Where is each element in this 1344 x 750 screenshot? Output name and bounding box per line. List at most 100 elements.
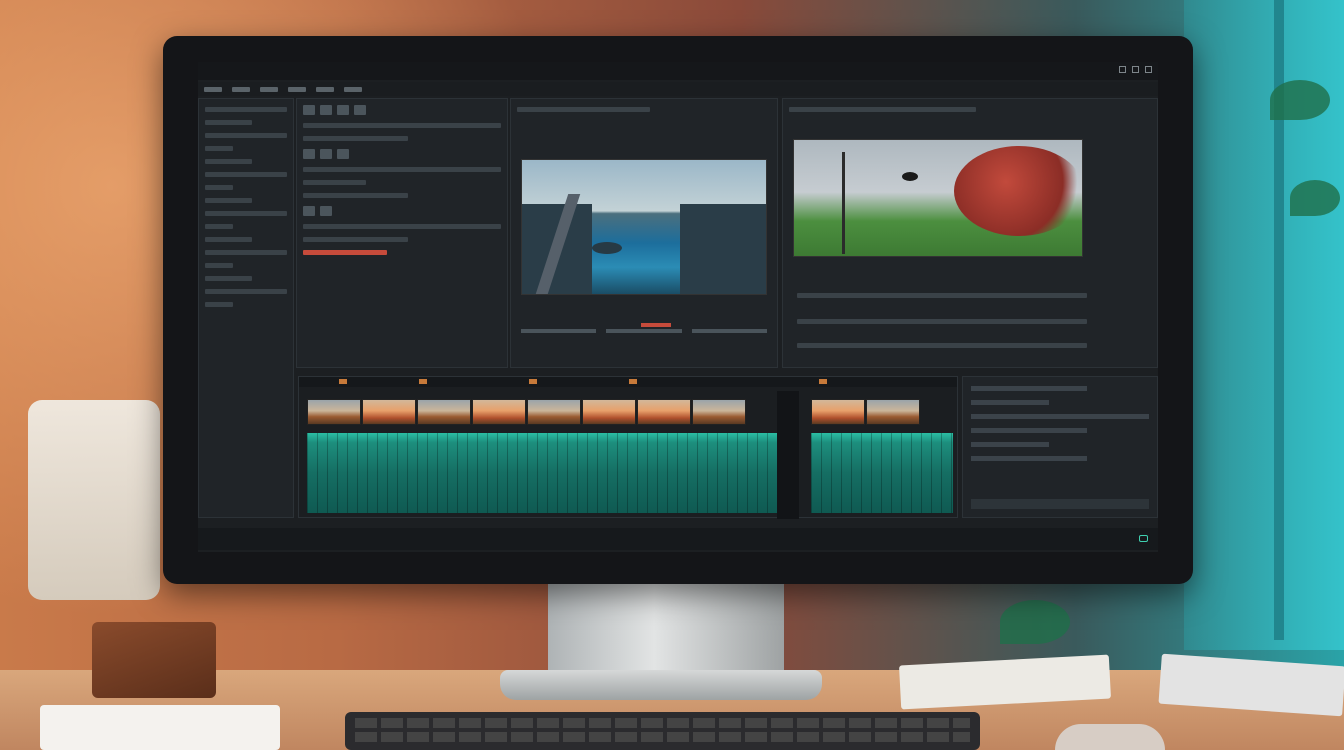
timeline-marker[interactable] <box>419 379 427 384</box>
sidebar-item[interactable] <box>205 224 234 229</box>
sidebar-item[interactable] <box>205 276 252 281</box>
media-item[interactable] <box>303 123 501 128</box>
toolbar-button[interactable] <box>232 86 250 92</box>
plant-leaf <box>1290 180 1340 216</box>
monitor-stand-neck <box>548 580 784 680</box>
timeline-marker[interactable] <box>629 379 637 384</box>
toolbar-button[interactable] <box>316 86 334 92</box>
source-playhead[interactable] <box>641 323 671 327</box>
sidebar-item[interactable] <box>205 237 252 242</box>
desk-lamp <box>28 400 160 600</box>
sidebar-item[interactable] <box>205 159 252 164</box>
timeline-marker[interactable] <box>339 379 347 384</box>
sidebar-item[interactable] <box>205 172 287 177</box>
clip-icon <box>337 105 349 115</box>
transport-control[interactable] <box>521 329 597 333</box>
inspector-field[interactable] <box>971 414 1149 419</box>
source-preview-frame[interactable] <box>521 159 767 295</box>
sidebar-item[interactable] <box>205 185 234 190</box>
thumbnail-frame <box>307 399 361 425</box>
toolbar <box>198 82 1158 96</box>
window-controls <box>1119 66 1152 73</box>
monitor-stand-base <box>500 670 822 700</box>
inspector-slider[interactable] <box>971 499 1149 509</box>
sidebar-item[interactable] <box>205 198 252 203</box>
clip-icon <box>320 149 332 159</box>
sidebar-item[interactable] <box>205 146 234 151</box>
sidebar-item[interactable] <box>205 263 234 268</box>
cliff <box>680 204 766 294</box>
toolbar-button[interactable] <box>204 86 222 92</box>
clip-icon <box>354 105 366 115</box>
inspector-field[interactable] <box>971 442 1049 447</box>
toolbar-button[interactable] <box>288 86 306 92</box>
menu-bar <box>198 62 1158 80</box>
clip-icon <box>303 105 315 115</box>
program-control-row[interactable] <box>797 343 1087 348</box>
wooden-box <box>92 622 216 698</box>
sidebar-item[interactable] <box>205 289 287 294</box>
media-item[interactable] <box>303 224 501 229</box>
source-transport-controls <box>521 329 767 337</box>
audio-track-clip[interactable] <box>307 433 777 513</box>
inspector-field[interactable] <box>971 400 1049 405</box>
key-row <box>355 732 970 742</box>
inspector-field[interactable] <box>971 386 1088 391</box>
sidebar-item[interactable] <box>205 120 252 125</box>
status-indicator-icon[interactable] <box>1139 535 1148 542</box>
inspector-panel <box>962 376 1158 518</box>
program-scrubber[interactable] <box>797 293 1087 298</box>
clip-icon <box>303 149 315 159</box>
toolbar-button[interactable] <box>344 86 362 92</box>
timeline-marker[interactable] <box>529 379 537 384</box>
media-row[interactable] <box>303 149 501 159</box>
media-browser-panel <box>296 98 508 368</box>
thumbnail-frame <box>582 399 636 425</box>
thumbnail-frame <box>692 399 746 425</box>
thumbnail-frame <box>637 399 691 425</box>
thumbnail-frame <box>866 399 920 425</box>
media-item-selected[interactable] <box>303 250 387 255</box>
sidebar-item[interactable] <box>205 250 287 255</box>
video-track-clip[interactable] <box>811 399 920 425</box>
media-item[interactable] <box>303 180 366 185</box>
minimize-icon[interactable] <box>1119 66 1126 73</box>
media-item[interactable] <box>303 237 408 242</box>
project-sidebar <box>198 98 294 518</box>
program-preview-frame[interactable] <box>793 139 1084 257</box>
rock <box>592 242 622 254</box>
clip-icon <box>320 105 332 115</box>
thumbnail-frame <box>472 399 526 425</box>
status-bar <box>198 528 1158 550</box>
media-item[interactable] <box>303 136 408 141</box>
transport-control[interactable] <box>691 329 767 333</box>
clip-icon <box>303 206 315 216</box>
media-row[interactable] <box>303 206 501 216</box>
sidebar-item[interactable] <box>205 302 234 307</box>
source-viewer-panel <box>510 98 778 368</box>
sidebar-item[interactable] <box>205 211 287 216</box>
audio-track-clip[interactable] <box>811 433 953 513</box>
thumbnail-frame <box>527 399 581 425</box>
toolbar-button[interactable] <box>260 86 278 92</box>
mouse <box>1055 724 1165 750</box>
video-track-clip[interactable] <box>307 399 746 425</box>
close-icon[interactable] <box>1145 66 1152 73</box>
sidebar-item[interactable] <box>205 133 287 138</box>
timeline-panel <box>298 376 958 519</box>
program-control-row[interactable] <box>797 319 1087 324</box>
red-tree <box>954 146 1084 236</box>
timeline-marker[interactable] <box>819 379 827 384</box>
media-row[interactable] <box>303 105 501 115</box>
video-editor-screen <box>198 62 1158 552</box>
inspector-field[interactable] <box>971 456 1088 461</box>
timeline-ruler[interactable] <box>299 377 957 387</box>
media-item[interactable] <box>303 193 408 198</box>
media-item[interactable] <box>303 167 501 172</box>
viewer-header <box>517 107 650 112</box>
sidebar-item[interactable] <box>205 107 287 112</box>
inspector-field[interactable] <box>971 428 1088 433</box>
transport-control[interactable] <box>606 329 682 333</box>
maximize-icon[interactable] <box>1132 66 1139 73</box>
thumbnail-frame <box>811 399 865 425</box>
